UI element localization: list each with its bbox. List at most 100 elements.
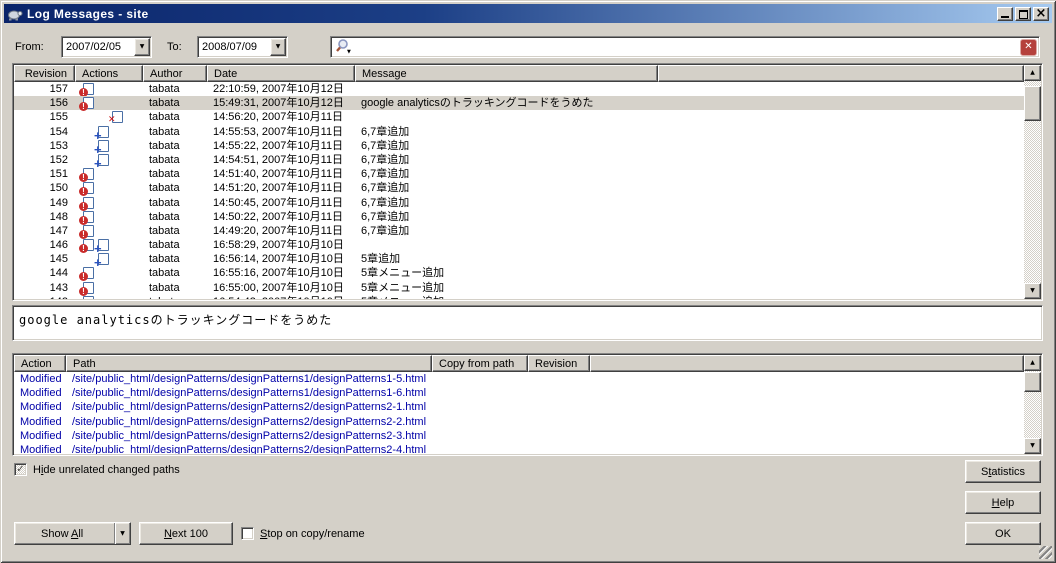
revision-list-scrollbar[interactable]: ▲ ▼	[1024, 65, 1041, 299]
search-options-arrow-icon[interactable]: ▼	[347, 50, 351, 55]
modified-action-icon	[83, 197, 94, 209]
log-table-row[interactable]: 149tabata14:50:45, 2007年10月11日6,7章追加	[14, 196, 1024, 210]
statistics-button[interactable]: Statistics	[965, 460, 1041, 483]
path-table-row[interactable]: Modified/site/public_html/designPatterns…	[14, 415, 1024, 429]
date-cell: 16:56:14, 2007年10月10日	[207, 252, 355, 266]
date-cell: 14:50:22, 2007年10月11日	[207, 210, 355, 224]
revision-list[interactable]: Revision Actions Author Date Message 157…	[12, 63, 1043, 301]
actions-cell	[75, 181, 143, 195]
close-button[interactable]: ×	[1033, 7, 1049, 21]
message-cell: 6,7章追加	[355, 153, 1024, 167]
column-header-copy-from-path[interactable]: Copy from path	[432, 355, 528, 372]
path-cell: /site/public_html/designPatterns/designP…	[66, 415, 1024, 429]
author-cell: tabata	[143, 281, 207, 295]
path-rows: Modified/site/public_html/designPatterns…	[14, 372, 1024, 454]
modified-action-icon	[83, 182, 94, 194]
scroll-up-icon[interactable]: ▲	[1024, 355, 1041, 371]
path-table-row[interactable]: Modified/site/public_html/designPatterns…	[14, 443, 1024, 454]
log-table-row[interactable]: 143tabata16:55:00, 2007年10月10日5章メニュー追加	[14, 281, 1024, 295]
author-cell: tabata	[143, 224, 207, 238]
log-table-row[interactable]: 156tabata15:49:31, 2007年10月12日google ana…	[14, 96, 1024, 110]
column-header-path[interactable]: Path	[66, 355, 432, 372]
maximize-button[interactable]	[1015, 7, 1031, 21]
date-cell: 16:55:16, 2007年10月10日	[207, 266, 355, 280]
log-table-row[interactable]: 151tabata14:51:40, 2007年10月11日6,7章追加	[14, 167, 1024, 181]
modified-action-icon	[83, 282, 94, 294]
actions-cell	[75, 153, 143, 167]
actions-cell	[75, 210, 143, 224]
log-table-row[interactable]: 155tabata14:56:20, 2007年10月11日	[14, 110, 1024, 124]
column-header-actions[interactable]: Actions	[75, 65, 143, 82]
show-all-dropdown-arrow-icon[interactable]: ▼	[114, 523, 130, 544]
search-filter-box[interactable]: ▼ ✕	[330, 36, 1040, 58]
path-cell: /site/public_html/designPatterns/designP…	[66, 386, 1024, 400]
modified-action-icon	[83, 168, 94, 180]
paths-list-scrollbar[interactable]: ▲ ▼	[1024, 355, 1041, 454]
actions-cell	[75, 110, 143, 124]
from-date-combobox[interactable]: 2007/02/05 ▼	[61, 36, 152, 58]
search-icon[interactable]: ▼	[331, 38, 355, 56]
author-cell: tabata	[143, 238, 207, 252]
resize-grip[interactable]	[1039, 546, 1052, 559]
from-date-dropdown-arrow-icon[interactable]: ▼	[134, 38, 150, 56]
column-header-path-revision[interactable]: Revision	[528, 355, 590, 372]
date-cell: 14:55:22, 2007年10月11日	[207, 139, 355, 153]
stop-on-copy-checkbox[interactable]: ✓	[241, 527, 254, 540]
minimize-button[interactable]	[997, 7, 1013, 21]
log-table-row[interactable]: 146tabata16:58:29, 2007年10月10日	[14, 238, 1024, 252]
column-header-revision[interactable]: Revision	[14, 65, 75, 82]
path-table-row[interactable]: Modified/site/public_html/designPatterns…	[14, 400, 1024, 414]
author-cell: tabata	[143, 266, 207, 280]
scroll-down-icon[interactable]: ▼	[1024, 438, 1041, 454]
path-table-row[interactable]: Modified/site/public_html/designPatterns…	[14, 429, 1024, 443]
column-header-message[interactable]: Message	[355, 65, 658, 82]
message-cell	[355, 238, 1024, 252]
show-all-button[interactable]: Show All ▼	[14, 522, 131, 545]
message-cell: 5章メニュー追加	[355, 266, 1024, 280]
revision-cell: 152	[14, 153, 75, 167]
scroll-up-icon[interactable]: ▲	[1024, 65, 1041, 81]
log-table-row[interactable]: 144tabata16:55:16, 2007年10月10日5章メニュー追加	[14, 266, 1024, 280]
modified-action-icon	[83, 296, 94, 299]
log-table-row[interactable]: 153tabata14:55:22, 2007年10月11日6,7章追加	[14, 139, 1024, 153]
message-cell	[355, 82, 1024, 96]
log-table-row[interactable]: 147tabata14:49:20, 2007年10月11日6,7章追加	[14, 224, 1024, 238]
column-header-date[interactable]: Date	[207, 65, 355, 82]
to-date-combobox[interactable]: 2008/07/09 ▼	[197, 36, 288, 58]
ok-button[interactable]: OK	[965, 522, 1041, 545]
next-100-button[interactable]: Next 100	[139, 522, 233, 545]
date-cell: 15:49:31, 2007年10月12日	[207, 96, 355, 110]
date-cell: 14:49:20, 2007年10月11日	[207, 224, 355, 238]
from-date-value: 2007/02/05	[62, 37, 133, 57]
revision-cell: 156	[14, 96, 75, 110]
log-table-row[interactable]: 157tabata22:10:59, 2007年10月12日	[14, 82, 1024, 96]
message-cell: 5章メニュー追加	[355, 281, 1024, 295]
log-table-row[interactable]: 148tabata14:50:22, 2007年10月11日6,7章追加	[14, 210, 1024, 224]
hide-unrelated-checkbox[interactable]: ✓	[14, 463, 27, 476]
revision-cell: 150	[14, 181, 75, 195]
column-header-author[interactable]: Author	[143, 65, 207, 82]
path-table-row[interactable]: Modified/site/public_html/designPatterns…	[14, 372, 1024, 386]
help-button[interactable]: Help	[965, 491, 1041, 514]
column-header-action[interactable]: Action	[14, 355, 66, 372]
log-table-row[interactable]: 145tabata16:56:14, 2007年10月10日5章追加	[14, 252, 1024, 266]
to-date-dropdown-arrow-icon[interactable]: ▼	[270, 38, 286, 56]
title-bar[interactable]: Log Messages - site ×	[4, 4, 1052, 23]
author-cell: tabata	[143, 139, 207, 153]
path-action-cell: Modified	[14, 415, 66, 429]
log-table-row[interactable]: 154tabata14:55:53, 2007年10月11日6,7章追加	[14, 125, 1024, 139]
actions-cell	[75, 96, 143, 110]
path-table-row[interactable]: Modified/site/public_html/designPatterns…	[14, 386, 1024, 400]
scrollbar-thumb[interactable]	[1024, 86, 1041, 121]
log-table-row[interactable]: 152tabata14:54:51, 2007年10月11日6,7章追加	[14, 153, 1024, 167]
log-table-row[interactable]: 150tabata14:51:20, 2007年10月11日6,7章追加	[14, 181, 1024, 195]
commit-message-preview[interactable]: google analyticsのトラッキングコードをうめた	[12, 305, 1043, 341]
clear-search-icon[interactable]: ✕	[1020, 39, 1037, 56]
date-cell: 16:55:00, 2007年10月10日	[207, 281, 355, 295]
changed-paths-list[interactable]: Action Path Copy from path Revision Modi…	[12, 353, 1043, 456]
log-table-row[interactable]: 142tabata16:54:43, 2007年10月10日5章メニュー追加	[14, 295, 1024, 299]
scrollbar-thumb[interactable]	[1024, 372, 1041, 392]
search-input[interactable]	[355, 39, 1020, 55]
message-cell: google analyticsのトラッキングコードをうめた	[355, 96, 1024, 110]
scroll-down-icon[interactable]: ▼	[1024, 283, 1041, 299]
